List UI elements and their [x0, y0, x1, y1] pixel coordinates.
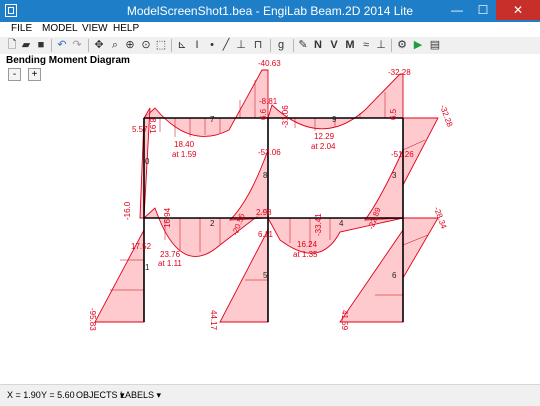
bending-moment-diagram: -40.63 -32.28 -8.81 -31.06 -32.28 5.57 1…	[88, 59, 455, 331]
moment-label: 18.40	[174, 140, 195, 149]
moment-label: -51.26	[391, 150, 414, 159]
moment-label: 41.59	[340, 310, 349, 331]
moment-label: -53.06	[258, 148, 281, 157]
moment-area-beam-top-left	[142, 69, 269, 137]
moment-area-col-upper-mid	[228, 118, 269, 221]
moment-label: at 1.11	[158, 259, 182, 268]
moment-area-col-lower-mid	[219, 229, 269, 323]
status-bar: X = 1.90 Y = 5.60 OBJECTS ▾ LABELS ▾	[0, 384, 540, 406]
moment-label: 2.98	[256, 208, 272, 217]
moment-label: at 1.35	[293, 250, 318, 259]
element-label: 4	[339, 219, 344, 228]
element-label: 0	[145, 157, 150, 166]
moment-label: -33.41	[314, 213, 323, 236]
element-label: 9	[332, 115, 337, 124]
element-label: 1	[145, 263, 150, 272]
moment-area-beam-mid-right	[267, 217, 404, 254]
element-label: 5	[263, 271, 268, 280]
moment-label: -8.81	[259, 97, 278, 106]
moment-label: 44.17	[209, 310, 218, 331]
moment-label: -40.63	[258, 59, 281, 68]
moment-label: 8.91	[148, 118, 157, 134]
moment-label: -32.28	[388, 68, 411, 77]
moment-label: 12.29	[314, 132, 335, 141]
moment-label: 6.6	[259, 108, 268, 120]
moment-label: 17.52	[131, 242, 152, 251]
moment-label: -16.0	[123, 201, 132, 220]
moment-label: 16.24	[297, 240, 318, 249]
moment-area-col-upper-right	[364, 118, 404, 221]
element-label: 6	[392, 271, 397, 280]
labels-dropdown[interactable]: LABELS ▾	[120, 390, 161, 401]
moment-area-end-right	[402, 217, 439, 280]
moment-label: -32.28	[438, 104, 454, 129]
moment-label: 23.76	[160, 250, 181, 259]
element-label: 3	[392, 171, 397, 180]
objects-dropdown[interactable]: OBJECTS ▾	[76, 390, 125, 401]
moment-label: at 2.04	[311, 142, 336, 151]
element-label: 8	[263, 171, 268, 180]
moment-label: 16.94	[163, 207, 172, 228]
moment-label: 5.57	[132, 125, 148, 134]
status-y: Y = 5.60	[41, 390, 75, 400]
status-x: X = 1.90	[7, 390, 41, 400]
moment-label: at 1.59	[172, 150, 197, 159]
element-label: 2	[210, 219, 215, 228]
moment-label: 6.5	[389, 108, 398, 120]
moment-label: 6.11	[258, 230, 274, 239]
element-label: 7	[210, 115, 215, 124]
moment-label: -95.83	[88, 308, 97, 331]
moment-label: -31.06	[281, 105, 290, 128]
moment-fill-areas	[94, 69, 439, 323]
